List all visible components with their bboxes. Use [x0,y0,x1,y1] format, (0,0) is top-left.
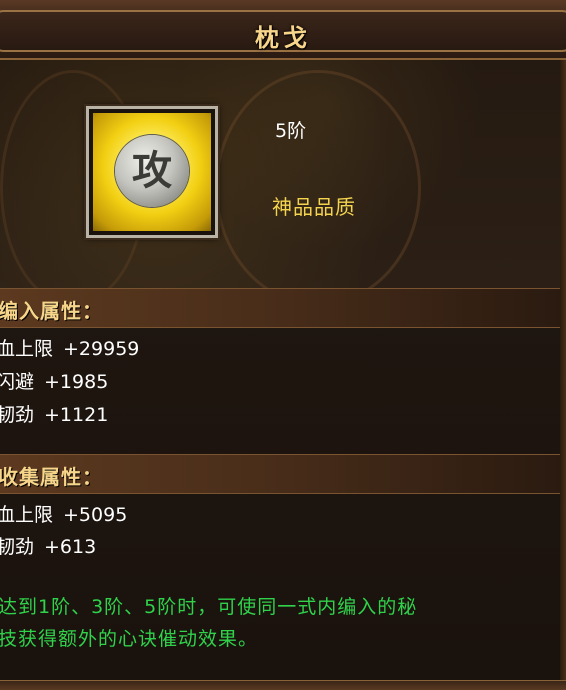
stat-row: 闪避 +1985 [0,367,108,394]
section-title: 收集属性： [0,465,103,489]
item-summary: 攻 [0,60,566,288]
item-title: 枕戈 [255,24,311,52]
item-icon-frame: 攻 [86,106,218,238]
stat-row: 韧劲 +1121 [0,400,108,427]
effect-note-line: 达到1阶、3阶、5阶时，可使同一式内编入的秘 [0,596,418,618]
stat-row: 血上限 +5095 [0,500,127,527]
title-bar: 枕戈 [0,0,566,60]
stat-label: 血上限 [0,504,54,526]
stat-label: 韧劲 [0,404,35,426]
item-quality: 神品品质 [272,195,356,219]
rune-stone-icon: 攻 [115,135,189,207]
item-grade: 5阶 [275,120,307,142]
stat-label: 韧劲 [0,536,35,558]
stat-value: +1121 [44,404,109,426]
decorative-ring [215,70,421,288]
item-tooltip-panel: 枕戈 攻 5阶 神品品质 编入属性： 血上限 +29959 闪避 +1985 韧劲 +… [0,0,566,690]
panel-border [560,60,566,680]
stat-value: +1985 [44,371,109,393]
item-icon-glow: 攻 [93,113,211,231]
effect-note-line: 技获得额外的心诀催动效果。 [0,628,259,650]
section-header-collect: 收集属性： [0,454,566,494]
stat-label: 闪避 [0,371,35,393]
stat-value: +613 [44,536,97,558]
stat-value: +29959 [63,338,140,360]
stat-row: 韧劲 +613 [0,532,96,559]
stat-row: 血上限 +29959 [0,334,139,361]
stat-value: +5095 [63,504,128,526]
stat-label: 血上限 [0,338,54,360]
panel-border [0,680,566,690]
section-header-embed: 编入属性： [0,288,566,328]
section-title: 编入属性： [0,299,103,323]
